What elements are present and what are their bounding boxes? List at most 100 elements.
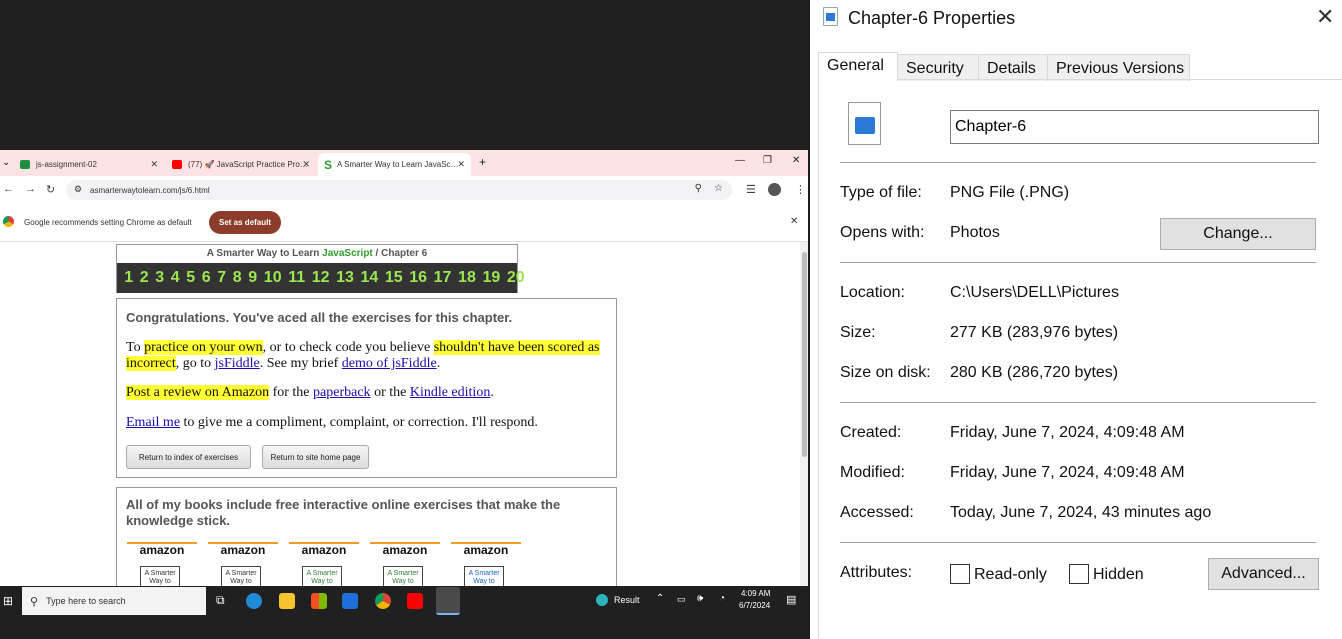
youtube-taskbar-icon[interactable] [407,593,423,609]
taskbar-search[interactable]: ⚲ Type here to search [22,587,206,615]
return-home-button[interactable]: Return to site home page [262,445,369,469]
chapter-link[interactable]: 14 [360,269,378,287]
chapter-link[interactable]: 19 [482,269,500,287]
attributes-label: Attributes: [840,564,913,581]
edge-icon[interactable] [246,593,262,609]
paperback-link[interactable]: paperback [313,385,371,400]
extensions-icon[interactable]: ☰ [746,183,756,196]
hidden-label[interactable]: Hidden [1093,566,1144,584]
png-file-icon [848,102,881,145]
chapter-link[interactable]: 1 [124,269,133,287]
type-value: PNG File (.PNG) [950,184,1070,201]
change-button[interactable]: Change... [1160,218,1316,250]
volume-icon[interactable]: 🕪 [697,593,703,604]
close-icon[interactable]: ✕ [1316,4,1334,30]
infobar-close-icon[interactable]: ✕ [790,216,798,227]
chrome-taskbar-icon[interactable] [375,593,391,609]
tab-general[interactable]: General [818,52,898,81]
congrats-box: Congratulations. You've aced all the exe… [116,298,617,478]
read-only-checkbox[interactable] [950,564,970,584]
notifications-icon[interactable]: ▤ [786,593,796,606]
tab-search-chevron-icon[interactable]: ⌄ [2,157,10,168]
chapter-link[interactable]: 11 [288,269,305,287]
separator [840,162,1316,163]
store-icon[interactable] [311,593,327,609]
weather-label[interactable]: Result [614,595,640,605]
chapter-link[interactable]: 5 [186,269,195,287]
chapter-link[interactable]: 18 [458,269,476,287]
amazon-book-link[interactable]: amazon A Smarter Way to Learn [370,542,440,586]
url-field[interactable]: ⚙ asmarterwaytolearn.com/js/6.html ⚲ ☆ [66,180,732,200]
separator [840,542,1316,543]
forward-icon[interactable]: → [25,183,36,195]
kindle-link[interactable]: Kindle edition [410,385,491,400]
chapter-link[interactable]: 20 [507,269,525,287]
network-icon[interactable]: ◔ [719,593,725,604]
amazon-book-link[interactable]: amazon A Smarter Way to Learn [451,542,521,586]
chapter-link[interactable]: 8 [233,269,242,287]
jsfiddle-link[interactable]: jsFiddle [215,356,260,371]
tab-previous-versions[interactable]: Previous Versions [1047,54,1190,81]
chapter-link[interactable]: 17 [434,269,452,287]
back-icon[interactable]: ← [3,183,14,195]
tab-js-assignment[interactable]: js-assignment-02 ✕ [14,153,164,176]
minimize-icon[interactable]: — [735,155,745,166]
bookmark-star-icon[interactable]: ☆ [714,183,723,194]
restore-icon[interactable]: ❐ [763,155,772,166]
file-explorer-icon[interactable] [279,593,295,609]
tab-close-icon[interactable]: ✕ [150,159,158,170]
practice-paragraph: To practice on your own, or to check cod… [126,340,606,372]
chapter-link[interactable]: 3 [155,269,164,287]
file-name-field[interactable] [950,110,1319,144]
youtube-icon [172,160,182,169]
scrollbar-thumb[interactable] [802,252,807,457]
task-view-icon[interactable]: ⧉ [216,593,225,608]
chapter-link[interactable]: 7 [217,269,226,287]
chapter-link[interactable]: 6 [202,269,211,287]
chapter-link[interactable]: 9 [248,269,257,287]
zoom-icon[interactable]: ⚲ [695,183,702,194]
site-info-icon[interactable]: ⚙ [74,184,82,195]
chapter-link[interactable]: 13 [336,269,354,287]
chapter-link[interactable]: 15 [385,269,403,287]
return-index-button[interactable]: Return to index of exercises [126,445,251,469]
tab-smarter-way[interactable]: S A Smarter Way to Learn JavaSc… ✕ [318,153,471,176]
profile-avatar[interactable] [768,183,781,196]
email-link[interactable]: Email me [126,415,180,430]
read-only-label[interactable]: Read-only [974,566,1047,584]
chapter-link[interactable]: 2 [140,269,149,287]
tab-security[interactable]: Security [897,54,979,81]
active-chrome-taskbar-icon[interactable] [436,587,460,615]
tray-chevron-icon[interactable]: ⌃ [656,593,664,604]
new-tab-button[interactable]: + [479,155,486,169]
reload-icon[interactable]: ↻ [46,183,55,196]
hidden-checkbox[interactable] [1069,564,1089,584]
chapter-number-nav: 1 2 3 4 5 6 7 8 9 10 11 12 13 14 15 16 17 18 19 20 [117,263,525,293]
weather-icon[interactable] [596,594,608,606]
chapter-link[interactable]: 4 [171,269,180,287]
created-label: Created: [840,424,902,441]
chapter-link[interactable]: 12 [312,269,330,287]
amazon-book-link[interactable]: amazon A Smarter Way to Learn [208,542,278,586]
tab-close-icon[interactable]: ✕ [302,159,310,170]
chapter-link[interactable]: 10 [264,269,282,287]
tab-details[interactable]: Details [978,54,1048,81]
web-page: A Smarter Way to Learn JavaScript / Chap… [0,242,800,586]
amazon-book-link[interactable]: amazon A Smarter Way to Learn [289,542,359,586]
chapter-link[interactable]: 16 [409,269,427,287]
advanced-button[interactable]: Advanced... [1208,558,1319,590]
menu-kebab-icon[interactable]: ⋮ [795,183,806,196]
set-as-default-button[interactable]: Set as default [209,211,281,234]
battery-icon[interactable]: ▭ [677,594,686,605]
tab-close-icon[interactable]: ✕ [457,159,465,170]
books-box: All of my books include free interactive… [116,487,617,586]
amazon-book-link[interactable]: amazon A Smarter Way to Learn [127,542,197,586]
clock-time[interactable]: 4:09 AM [741,589,770,598]
close-window-icon[interactable]: ✕ [792,155,800,166]
demo-jsfiddle-link[interactable]: demo of jsFiddle [342,356,437,371]
mail-icon[interactable] [342,593,358,609]
clock-date[interactable]: 6/7/2024 [739,601,770,610]
text: . [436,356,441,371]
tab-youtube[interactable]: (77) 🚀 JavaScript Practice Pro… ✕ [166,153,316,176]
windows-start-icon[interactable]: ⊞ [3,594,13,608]
